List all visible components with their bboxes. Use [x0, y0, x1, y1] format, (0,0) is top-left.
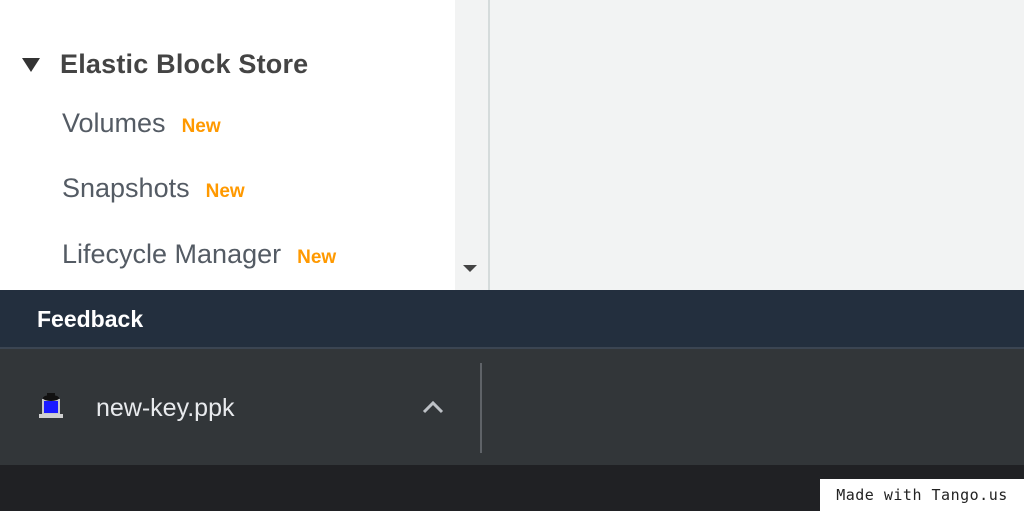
section-title: Elastic Block Store	[60, 48, 309, 79]
sidebar-item-lifecycle-manager[interactable]: Lifecycle Manager New	[62, 239, 336, 279]
new-badge: New	[205, 181, 245, 202]
tango-watermark: Made with Tango.us	[820, 479, 1024, 511]
chevron-up-icon[interactable]	[421, 399, 445, 415]
ppk-key-file-icon	[39, 393, 63, 418]
download-item[interactable]: new-key.ppk	[0, 349, 480, 465]
sidebar-item-snapshots[interactable]: Snapshots New	[62, 173, 245, 213]
shelf-divider	[480, 363, 482, 453]
footer-bar: Feedback	[0, 290, 1024, 349]
download-file-name[interactable]: new-key.ppk	[96, 394, 235, 423]
main-content	[490, 0, 1024, 290]
section-header-elastic-block-store[interactable]: Elastic Block Store	[22, 44, 308, 84]
sidebar-nav: Elastic Block Store Volumes New Snapshot…	[0, 0, 455, 290]
sidebar-scrollbar[interactable]	[455, 0, 488, 290]
sidebar-item-label[interactable]: Snapshots	[62, 173, 190, 204]
sidebar-item-label[interactable]: Lifecycle Manager	[62, 239, 281, 270]
sidebar-item-label[interactable]: Volumes	[62, 108, 166, 139]
sidebar-item-volumes[interactable]: Volumes New	[62, 108, 221, 148]
console-area: Elastic Block Store Volumes New Snapshot…	[0, 0, 1024, 290]
new-badge: New	[181, 116, 221, 137]
caret-down-icon[interactable]	[22, 58, 40, 72]
new-badge: New	[297, 247, 337, 268]
download-shelf: new-key.ppk	[0, 349, 1024, 465]
scroll-down-arrow-icon[interactable]	[463, 265, 477, 272]
feedback-link[interactable]: Feedback	[37, 306, 143, 333]
